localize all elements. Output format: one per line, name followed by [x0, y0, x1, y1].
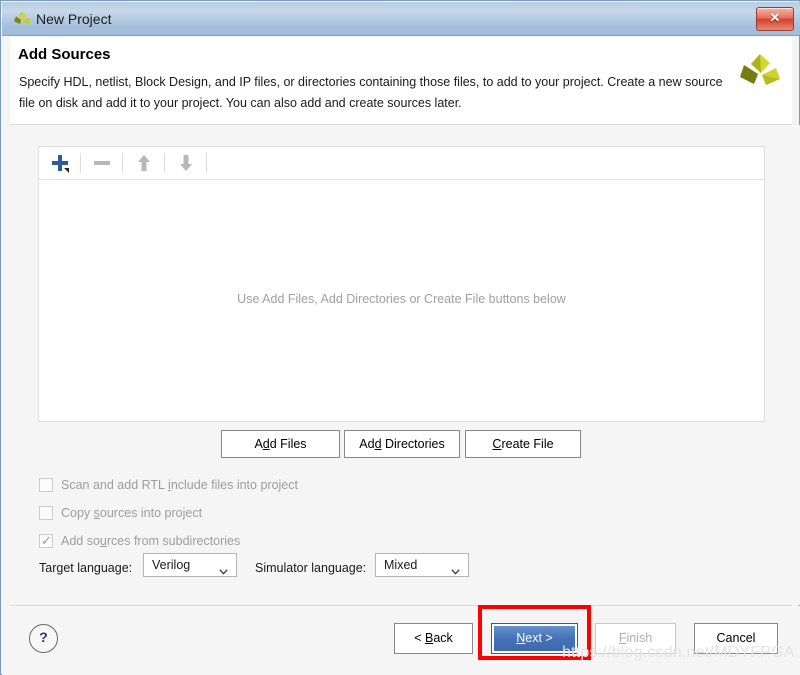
checkbox-box[interactable] [39, 478, 53, 492]
source-list-toolbar [39, 147, 764, 180]
create-file-button[interactable]: Create File [465, 430, 581, 458]
remove-source-button[interactable] [89, 151, 115, 175]
question-mark-icon: ? [39, 629, 48, 645]
add-source-button[interactable] [47, 151, 73, 175]
simulator-language-label: Simulator language: [255, 561, 367, 575]
help-button[interactable]: ? [29, 624, 58, 653]
finish-button: Finish [595, 623, 676, 654]
chevron-down-icon [219, 562, 228, 575]
checkbox-box[interactable]: ✓ [39, 533, 53, 548]
page-description: Specify HDL, netlist, Block Design, and … [19, 75, 723, 110]
toolbar-divider [80, 153, 81, 173]
next-button[interactable]: Next > [491, 623, 578, 654]
source-file-list-panel: Use Add Files, Add Directories or Create… [38, 146, 765, 422]
title-bar: New Project ✕ [2, 2, 800, 36]
cancel-button[interactable]: Cancel [694, 623, 778, 654]
vivado-logo-icon [12, 10, 32, 30]
checkmark-icon: ✓ [41, 533, 52, 548]
window-title: New Project [36, 11, 112, 27]
close-button[interactable]: ✕ [756, 7, 794, 31]
add-files-button[interactable]: Add Files [221, 430, 340, 458]
add-directories-button[interactable]: Add Directories [344, 430, 460, 458]
checkbox-label: Add sources from subdirectories [61, 534, 241, 548]
move-down-button[interactable] [173, 151, 199, 175]
dialog-content: Use Add Files, Add Directories or Create… [2, 125, 800, 605]
chevron-down-icon [451, 562, 460, 575]
empty-list-message: Use Add Files, Add Directories or Create… [237, 292, 566, 306]
page-title: Add Sources [18, 46, 111, 63]
checkbox-label: Copy sources into project [61, 506, 203, 520]
new-project-dialog: New Project ✕ Add Sources Specify HDL, n… [0, 0, 800, 675]
move-up-button[interactable] [131, 151, 157, 175]
back-button[interactable]: < Back [394, 623, 473, 654]
target-language-select[interactable]: Verilog [143, 553, 237, 577]
target-language-label: Target language: [39, 561, 133, 575]
toolbar-divider [122, 153, 123, 173]
simulator-language-value: Mixed [384, 558, 418, 572]
xilinx-pinwheel-logo-icon [738, 51, 782, 95]
toolbar-divider [206, 153, 207, 173]
checkbox-box[interactable] [39, 506, 53, 520]
close-icon: ✕ [769, 10, 781, 25]
checkbox-label: Scan and add RTL include files into proj… [61, 478, 298, 492]
simulator-language-select[interactable]: Mixed [375, 553, 469, 577]
target-language-value: Verilog [152, 558, 191, 572]
source-action-buttons: Add Files Add Directories Create File [2, 430, 800, 458]
toolbar-divider [164, 153, 165, 173]
dialog-header: Add Sources Specify HDL, netlist, Block … [10, 37, 792, 124]
dialog-footer: ? < Back Next > Finish Cancel [2, 606, 800, 675]
